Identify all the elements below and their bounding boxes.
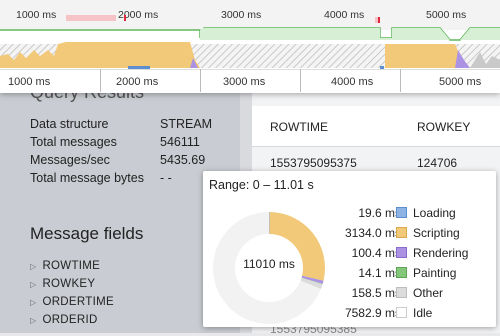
- info-value: STREAM: [160, 117, 213, 131]
- legend-value: 7582.9 ms: [344, 306, 401, 320]
- legend-swatch: [396, 267, 407, 278]
- field-name: ORDERID: [42, 314, 98, 326]
- legend-name: Idle: [413, 306, 433, 320]
- legend-name: Other: [413, 286, 444, 300]
- message-field-item[interactable]: ▷ ROWTIME: [30, 260, 100, 272]
- legend-row-painting: 14.1 ms Painting: [203, 266, 496, 282]
- legend-value: 158.5 ms: [351, 286, 401, 300]
- legend-name: Rendering: [413, 246, 469, 260]
- expand-triangle-icon[interactable]: ▷: [30, 280, 36, 289]
- ruler-tick: [400, 69, 401, 92]
- message-field-item[interactable]: ▷ ORDERID: [30, 314, 98, 326]
- message-field-item[interactable]: ▷ ORDERTIME: [30, 296, 114, 308]
- info-key: Messages/sec: [30, 153, 110, 167]
- legend-value: 100.4 ms: [351, 246, 401, 260]
- field-name: ROWKEY: [42, 278, 96, 290]
- expand-triangle-icon[interactable]: ▷: [30, 298, 36, 307]
- ruler-label: 3000 ms: [223, 76, 266, 88]
- frame-bar-slow: [66, 15, 116, 21]
- column-header[interactable]: ROWKEY: [417, 120, 470, 134]
- legend-row-idle: 7582.9 ms Idle: [203, 306, 496, 322]
- summary-popover: Range: 0 – 11.01 s 11010 ms 19.6 ms Load…: [203, 171, 496, 327]
- field-name: ROWTIME: [42, 260, 101, 272]
- frame-marker: [378, 17, 380, 23]
- info-value: 5435.69: [160, 153, 206, 167]
- legend-row-rendering: 100.4 ms Rendering: [203, 246, 496, 262]
- legend-name: Painting: [413, 266, 457, 280]
- legend-swatch: [396, 247, 407, 258]
- message-field-item[interactable]: ▷ ROWKEY: [30, 278, 95, 290]
- frame-marker: [124, 15, 126, 21]
- legend-row-other: 158.5 ms Other: [203, 286, 496, 302]
- timeline-activity-graph[interactable]: [0, 0, 500, 70]
- legend-value: 19.6 ms: [358, 206, 401, 220]
- legend-name: Loading: [413, 206, 456, 220]
- legend-swatch: [396, 227, 407, 238]
- table-cell: 1553795095375: [270, 156, 357, 170]
- ruler-label: 5000 ms: [439, 76, 482, 88]
- performance-timeline[interactable]: 1000 ms 2000 ms 3000 ms 4000 ms 5000 ms: [0, 0, 500, 93]
- legend-swatch: [396, 287, 407, 298]
- ruler-tick: [200, 69, 201, 92]
- range-label: Range: 0 – 11.01 s: [209, 178, 314, 192]
- field-name: ORDERTIME: [42, 296, 114, 308]
- ruler-tick: [300, 69, 301, 92]
- ruler-tick: [100, 69, 101, 92]
- expand-triangle-icon[interactable]: ▷: [30, 262, 36, 271]
- info-key: Total message bytes: [30, 171, 144, 185]
- ruler-label: 2000 ms: [116, 76, 159, 88]
- legend-row-loading: 19.6 ms Loading: [203, 206, 496, 222]
- column-header[interactable]: ROWTIME: [270, 120, 328, 134]
- info-value: - -: [160, 171, 172, 185]
- info-key: Data structure: [30, 117, 109, 131]
- ruler-label: 1000 ms: [8, 76, 51, 88]
- message-fields-title: Message fields: [30, 224, 144, 243]
- table-cell: 124706: [417, 156, 458, 170]
- legend-value: 14.1 ms: [358, 266, 401, 280]
- info-value: 546111: [160, 135, 200, 149]
- messages-table-header: ROWTIME ROWKEY: [252, 106, 500, 147]
- info-key: Total messages: [30, 135, 117, 149]
- legend-row-scripting: 3134.0 ms Scripting: [203, 226, 496, 242]
- ruler-label: 4000 ms: [331, 76, 374, 88]
- legend-name: Scripting: [413, 226, 460, 240]
- legend-swatch: [396, 207, 407, 218]
- legend-swatch: [396, 307, 407, 318]
- legend-value: 3134.0 ms: [344, 226, 401, 240]
- expand-triangle-icon[interactable]: ▷: [30, 316, 36, 325]
